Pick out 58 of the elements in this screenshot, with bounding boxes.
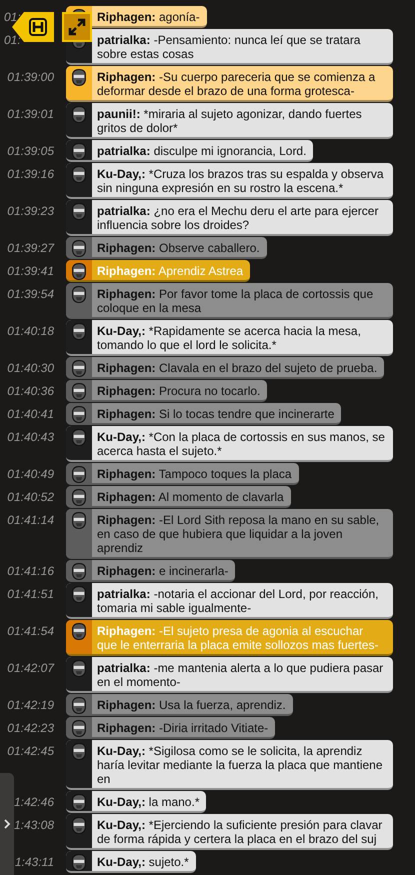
chevron-icon <box>3 819 11 829</box>
timestamp: 01:40:30 <box>7 360 54 375</box>
message-text: Riphagen: -El sujeto presa de agonia al escuchar que le enterraria la placa emite sollozos mas fuertes- <box>96 623 380 654</box>
message-text: patrialka: -notaria el accionar del Lord, por reacción, tomaria mi sable igualmente- <box>96 586 380 617</box>
message-text: patrialka: -me mantenia alerta a lo que pudiera pasar en el momento- <box>96 660 384 691</box>
timestamp: 01:40:43 <box>7 429 54 444</box>
message-text: Riphagen: Al momento de clavarla <box>96 489 285 506</box>
message-text: Ku-Day,: *Cruza los brazos tras su espalda y observa sin ninguna expresión en su rostro la escena.* <box>96 166 385 197</box>
message-text: Riphagen: Por favor tome la placa de cortossis que coloque en la mesa <box>96 286 374 317</box>
message-text: Riphagen: -Diria irritado Vitiate- <box>96 720 270 737</box>
timestamp: 01:39:16 <box>7 166 54 181</box>
message-text: Riphagen: Si lo tocas tendre que incinerarte <box>96 406 336 423</box>
message-text: Ku-Day,: *Sigilosa como se le solicita, la aprendiz haría levitar mediante la fuerza la placa que mantiene en <box>96 743 384 788</box>
timestamp: 01: <box>4 32 21 47</box>
message-text: Ku-Day,: sujeto.* <box>96 854 190 871</box>
timestamp: 01:41:16 <box>7 563 54 578</box>
timestamp: 01:40:36 <box>7 383 54 398</box>
message-text: Riphagen: e incinerarla- <box>96 563 230 580</box>
message-text: Riphagen: Tampoco toques la placa <box>96 466 293 483</box>
timestamp: 1:42:46 <box>14 794 54 809</box>
message-text: patrialka: -Pensamiento: nunca leí que se tratara sobre estas cosas <box>96 32 362 63</box>
timestamp: 01:42:19 <box>7 697 54 712</box>
timestamp: 01:39:00 <box>7 69 54 84</box>
message-text: Riphagen: -El Lord Sith reposa la mano en su sable, en caso de que hubiera que liquidar a la joven aprendiz <box>96 512 380 557</box>
message-text: Riphagen: Usa la fuerza, aprendiz. <box>96 697 287 714</box>
message-text: Riphagen: agonía- <box>96 9 201 26</box>
timestamp: 01:39:01 <box>7 106 54 121</box>
message-text: Ku-Day,: la mano.* <box>96 794 200 811</box>
message-text: Riphagen: -Su cuerpo pareceria que se comienza a deformar desde el brazo de una forma grotesca- <box>96 69 376 100</box>
timestamp: 01:41:54 <box>7 623 54 638</box>
message-text: Ku-Day,: *Ejerciendo la suficiente presión para clavar de forma rápida y certera la placa en el brazo del suj <box>96 817 384 848</box>
timestamp: 01:41:14 <box>7 512 54 527</box>
timestamp: 01:39:41 <box>7 263 54 278</box>
message-text: Ku-Day,: *Rapidamente se acerca hacia la mesa, tomando lo que el lord le solicita.* <box>96 323 362 354</box>
timestamp: 01:39:05 <box>7 143 54 158</box>
message-text: patrialka: ¿no era el Mechu deru el arte para ejercer influencia sobre los droides? <box>96 203 380 234</box>
timestamp: 01:39:27 <box>7 240 54 255</box>
message-text: Riphagen: Procura no tocarlo. <box>96 383 262 400</box>
message-text: Riphagen: Clavala en el brazo del sujeto de prueba. <box>96 360 378 377</box>
message-text: Ku-Day,: *Con la placa de cortossis en sus manos, se acerca hasta el sujeto.* <box>96 429 386 460</box>
message-text: paunii!: *miraria al sujeto agonizar, dando fuertes gritos de dolor* <box>96 106 363 137</box>
message-text: Riphagen: Observe caballero. <box>96 240 261 257</box>
timestamp: 01:40:52 <box>7 489 54 504</box>
timestamp: 01:40:49 <box>7 466 54 481</box>
timestamp: 01:41:51 <box>7 586 54 601</box>
timestamp: 01:39:23 <box>7 203 54 218</box>
message-text: Riphagen: Aprendiz Astrea <box>96 263 244 280</box>
timestamp: 01:42:07 <box>7 660 54 675</box>
timestamp: 01:40:18 <box>7 323 54 338</box>
timestamp: 01:39:54 <box>7 286 54 301</box>
hotel-icon <box>28 17 48 37</box>
timestamp: 01: <box>4 9 21 24</box>
timestamp: 01:40:41 <box>7 406 54 421</box>
timestamp: 1:43:08 <box>14 817 54 832</box>
timestamp: 01:42:23 <box>7 720 54 735</box>
timestamp: 1:43:11 <box>14 854 54 869</box>
message-text: patrialka: disculpe mi ignorancia, Lord. <box>96 143 308 160</box>
timestamp: 01:42:45 <box>7 743 54 758</box>
